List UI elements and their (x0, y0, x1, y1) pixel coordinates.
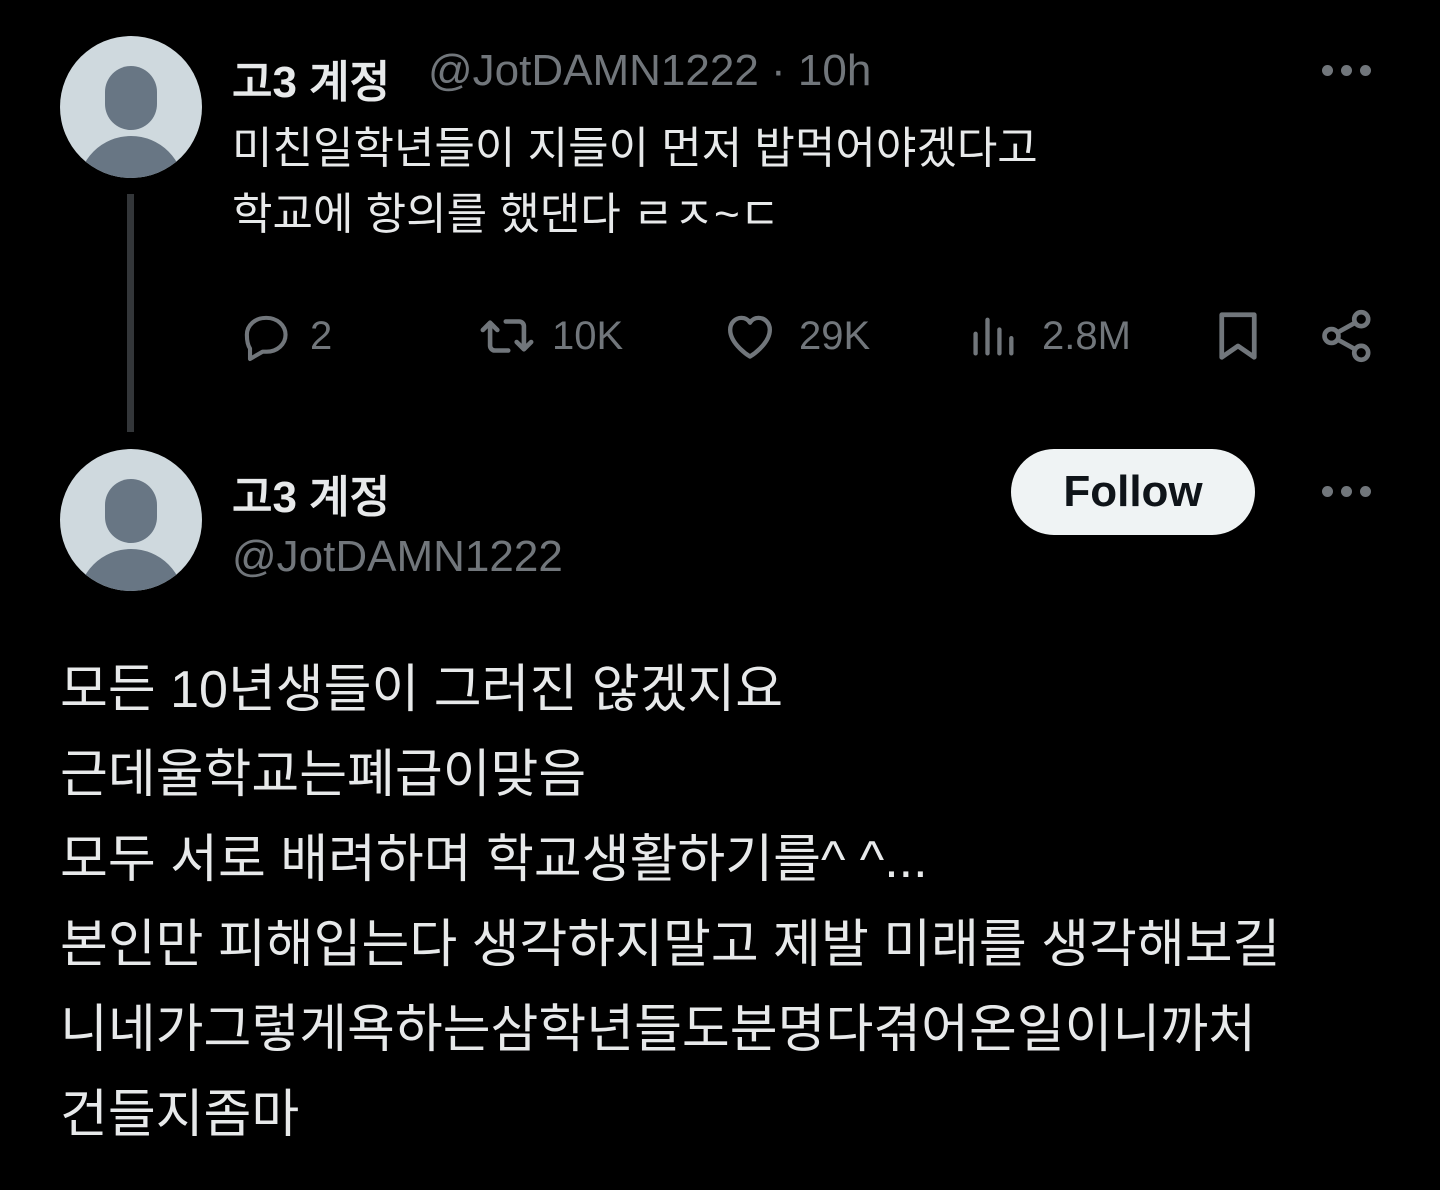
like-action[interactable]: 29K (721, 300, 870, 372)
share-icon (1316, 305, 1378, 367)
repost-action[interactable]: 10K (476, 300, 623, 372)
like-icon (721, 307, 779, 365)
views-count: 2.8M (1042, 313, 1131, 358)
repost-count: 10K (552, 313, 624, 358)
parent-more-options-icon[interactable] (1322, 65, 1372, 77)
reply-text-line: 모두 서로 배려하며 학교생활하기를^ ^... (60, 831, 928, 889)
avatar-head-shape (105, 66, 157, 130)
bookmark-icon (1208, 305, 1268, 367)
separator-dot: · (771, 46, 786, 95)
parent-tweet-text: 미친일학년들이 지들이 먼저 밥먹어야겠다고 학교에 항의를 했댄다 ㄹㅈ~ㄷ (232, 116, 1038, 248)
reply-avatar[interactable] (60, 449, 202, 591)
parent-display-name[interactable]: 고3 계정 (232, 46, 390, 110)
parent-handle[interactable]: @JotDAMN1222 (428, 46, 759, 95)
bookmark-button[interactable] (1208, 300, 1268, 372)
parent-handle-time: @JotDAMN1222 · 10h (428, 46, 871, 96)
avatar-body-shape (78, 136, 184, 178)
parent-timestamp[interactable]: 10h (798, 46, 871, 95)
reply-more-options-icon[interactable] (1322, 486, 1372, 498)
reply-text-line: 본인만 피해입는다 생각하지말고 제발 미래를 생각해보길 (60, 916, 1281, 974)
reply-tweet-text: 모든 10년생들이 그러진 않겠지요 근데울학교는폐급이맞음 모두 서로 배려하… (60, 648, 1280, 1158)
views-icon (968, 307, 1020, 365)
reply-action[interactable]: 2 (236, 300, 332, 372)
parent-text-line: 미친일학년들이 지들이 먼저 밥먹어야겠다고 (232, 124, 1038, 173)
follow-button[interactable]: Follow (1011, 449, 1255, 535)
reply-display-name[interactable]: 고3 계정 (232, 461, 390, 525)
avatar-body-shape (78, 549, 184, 591)
reply-count: 2 (310, 313, 333, 358)
views-action[interactable]: 2.8M (968, 300, 1131, 372)
like-count: 29K (799, 313, 871, 358)
reply-text-line: 니네가그렇게욕하는삼학년들도분명다겪어온일이니까처 (60, 1001, 1257, 1059)
parent-text-line: 학교에 항의를 했댄다 ㄹㅈ~ㄷ (232, 190, 781, 239)
thread-connector-line (127, 194, 134, 432)
reply-text-line: 근데울학교는폐급이맞음 (60, 746, 587, 804)
reply-handle[interactable]: @JotDAMN1222 (232, 532, 563, 582)
share-button[interactable] (1316, 300, 1378, 372)
parent-avatar[interactable] (60, 36, 202, 178)
avatar-head-shape (105, 479, 157, 543)
repost-icon (476, 307, 538, 365)
reply-text-line: 모든 10년생들이 그러진 않겠지요 (60, 661, 784, 719)
reply-icon (236, 307, 294, 365)
reply-text-line: 건들지좀마 (60, 1086, 300, 1144)
